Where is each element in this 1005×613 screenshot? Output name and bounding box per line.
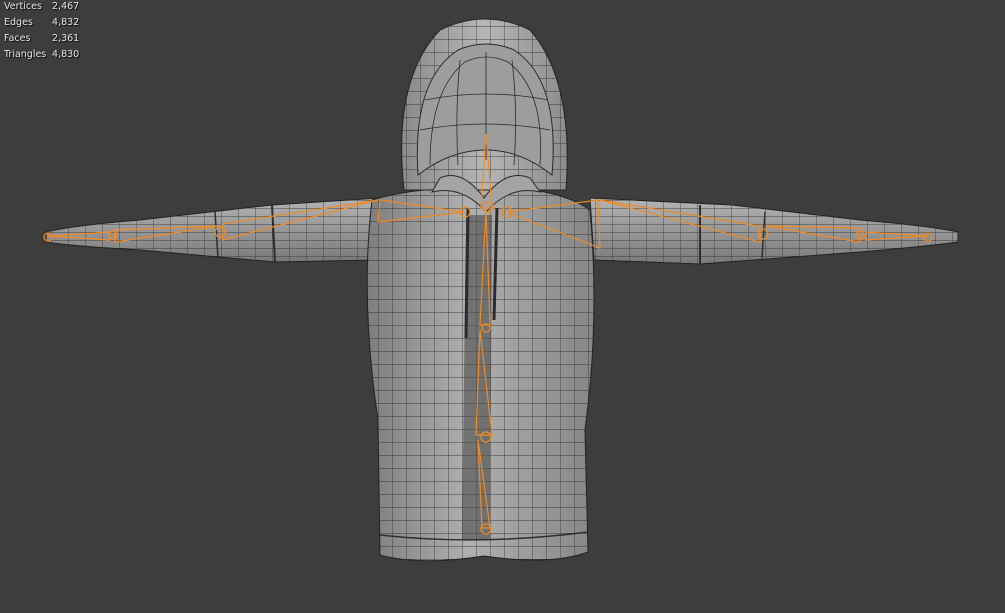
3d-viewport[interactable]: Vertices 2,467 Edges 4,832 Faces 2,361 T… bbox=[0, 0, 1005, 613]
mesh-right-sleeve bbox=[589, 197, 959, 265]
mesh-jacket-body bbox=[366, 185, 595, 562]
mesh-left-sleeve bbox=[45, 197, 381, 263]
scene-canvas[interactable] bbox=[0, 0, 1005, 613]
mesh-hood bbox=[401, 18, 568, 213]
